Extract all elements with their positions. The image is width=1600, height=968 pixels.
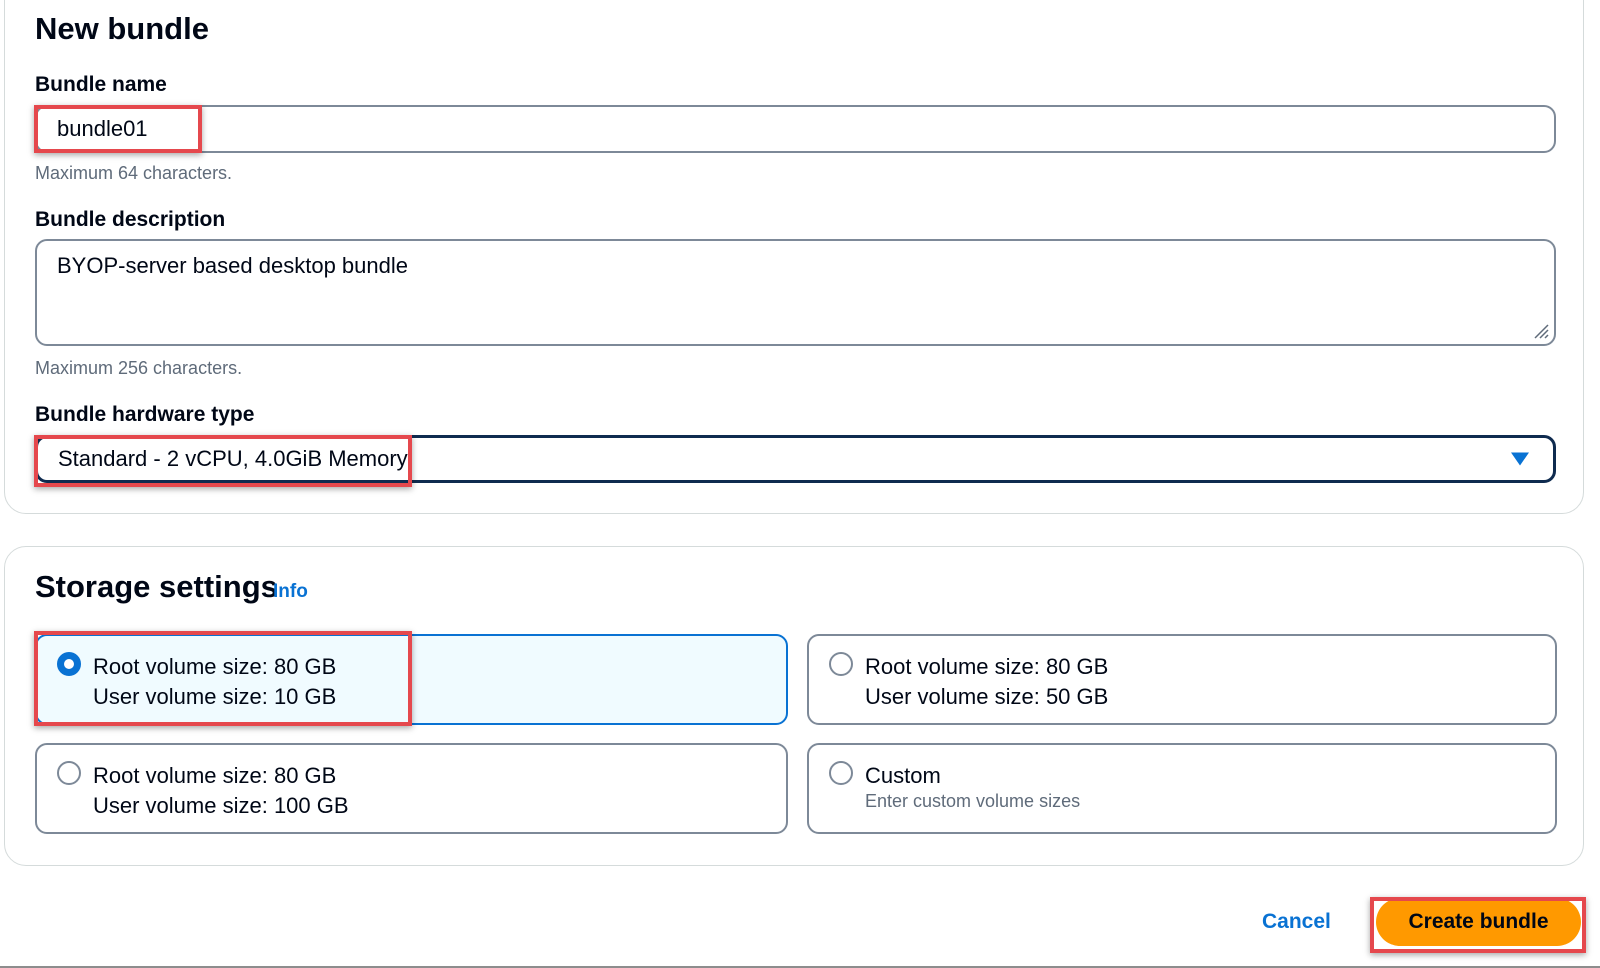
- radio-unselected-icon[interactable]: [829, 761, 853, 785]
- bundle-description-value: BYOP-server based desktop bundle: [57, 253, 408, 278]
- page: New bundle Bundle name bundle01 Maximum …: [0, 0, 1600, 968]
- info-link[interactable]: Info: [273, 581, 308, 603]
- storage-option-line2: User volume size: 50 GB: [865, 684, 1109, 709]
- storage-option-line1: Root volume size: 80 GB: [865, 654, 1109, 679]
- cancel-button[interactable]: Cancel: [1262, 910, 1331, 934]
- resize-grip-icon[interactable]: [1532, 322, 1550, 340]
- bundle-name-label: Bundle name: [35, 73, 167, 96]
- caret-down-icon: [1511, 452, 1529, 466]
- hardware-type-value: Standard - 2 vCPU, 4.0GiB Memory: [58, 446, 408, 471]
- storage-settings-title: Storage settings: [35, 569, 278, 604]
- new-bundle-title: New bundle: [35, 11, 209, 46]
- storage-option-root80-user10[interactable]: Root volume size: 80 GB User volume size…: [35, 634, 788, 725]
- bundle-name-value: bundle01: [57, 116, 148, 141]
- storage-option-root80-user100[interactable]: Root volume size: 80 GB User volume size…: [35, 743, 788, 834]
- bundle-name-input[interactable]: bundle01: [35, 105, 1556, 153]
- radio-selected-icon[interactable]: [57, 652, 81, 676]
- storage-option-line2: User volume size: 100 GB: [93, 793, 349, 818]
- hardware-type-select[interactable]: Standard - 2 vCPU, 4.0GiB Memory: [35, 435, 1556, 483]
- radio-unselected-icon[interactable]: [57, 761, 81, 785]
- storage-option-line1: Root volume size: 80 GB: [93, 654, 337, 679]
- bundle-name-hint: Maximum 64 characters.: [35, 163, 233, 183]
- storage-option-line1: Root volume size: 80 GB: [93, 763, 337, 788]
- storage-option-custom-label: Custom: [865, 763, 941, 788]
- bundle-description-textarea[interactable]: BYOP-server based desktop bundle: [35, 239, 1556, 346]
- bundle-description-label: Bundle description: [35, 208, 226, 231]
- storage-option-custom[interactable]: Custom Enter custom volume sizes: [807, 743, 1557, 834]
- storage-option-custom-description: Enter custom volume sizes: [865, 791, 1081, 811]
- radio-unselected-icon[interactable]: [829, 652, 853, 676]
- bundle-description-hint: Maximum 256 characters.: [35, 358, 243, 378]
- new-bundle-card: New bundle Bundle name bundle01 Maximum …: [4, 0, 1584, 514]
- storage-option-root80-user50[interactable]: Root volume size: 80 GB User volume size…: [807, 634, 1557, 725]
- storage-settings-card: Storage settings Info Root volume size: …: [4, 546, 1584, 866]
- create-bundle-button[interactable]: Create bundle: [1376, 898, 1581, 946]
- storage-option-line2: User volume size: 10 GB: [93, 684, 337, 709]
- hardware-type-label: Bundle hardware type: [35, 403, 255, 426]
